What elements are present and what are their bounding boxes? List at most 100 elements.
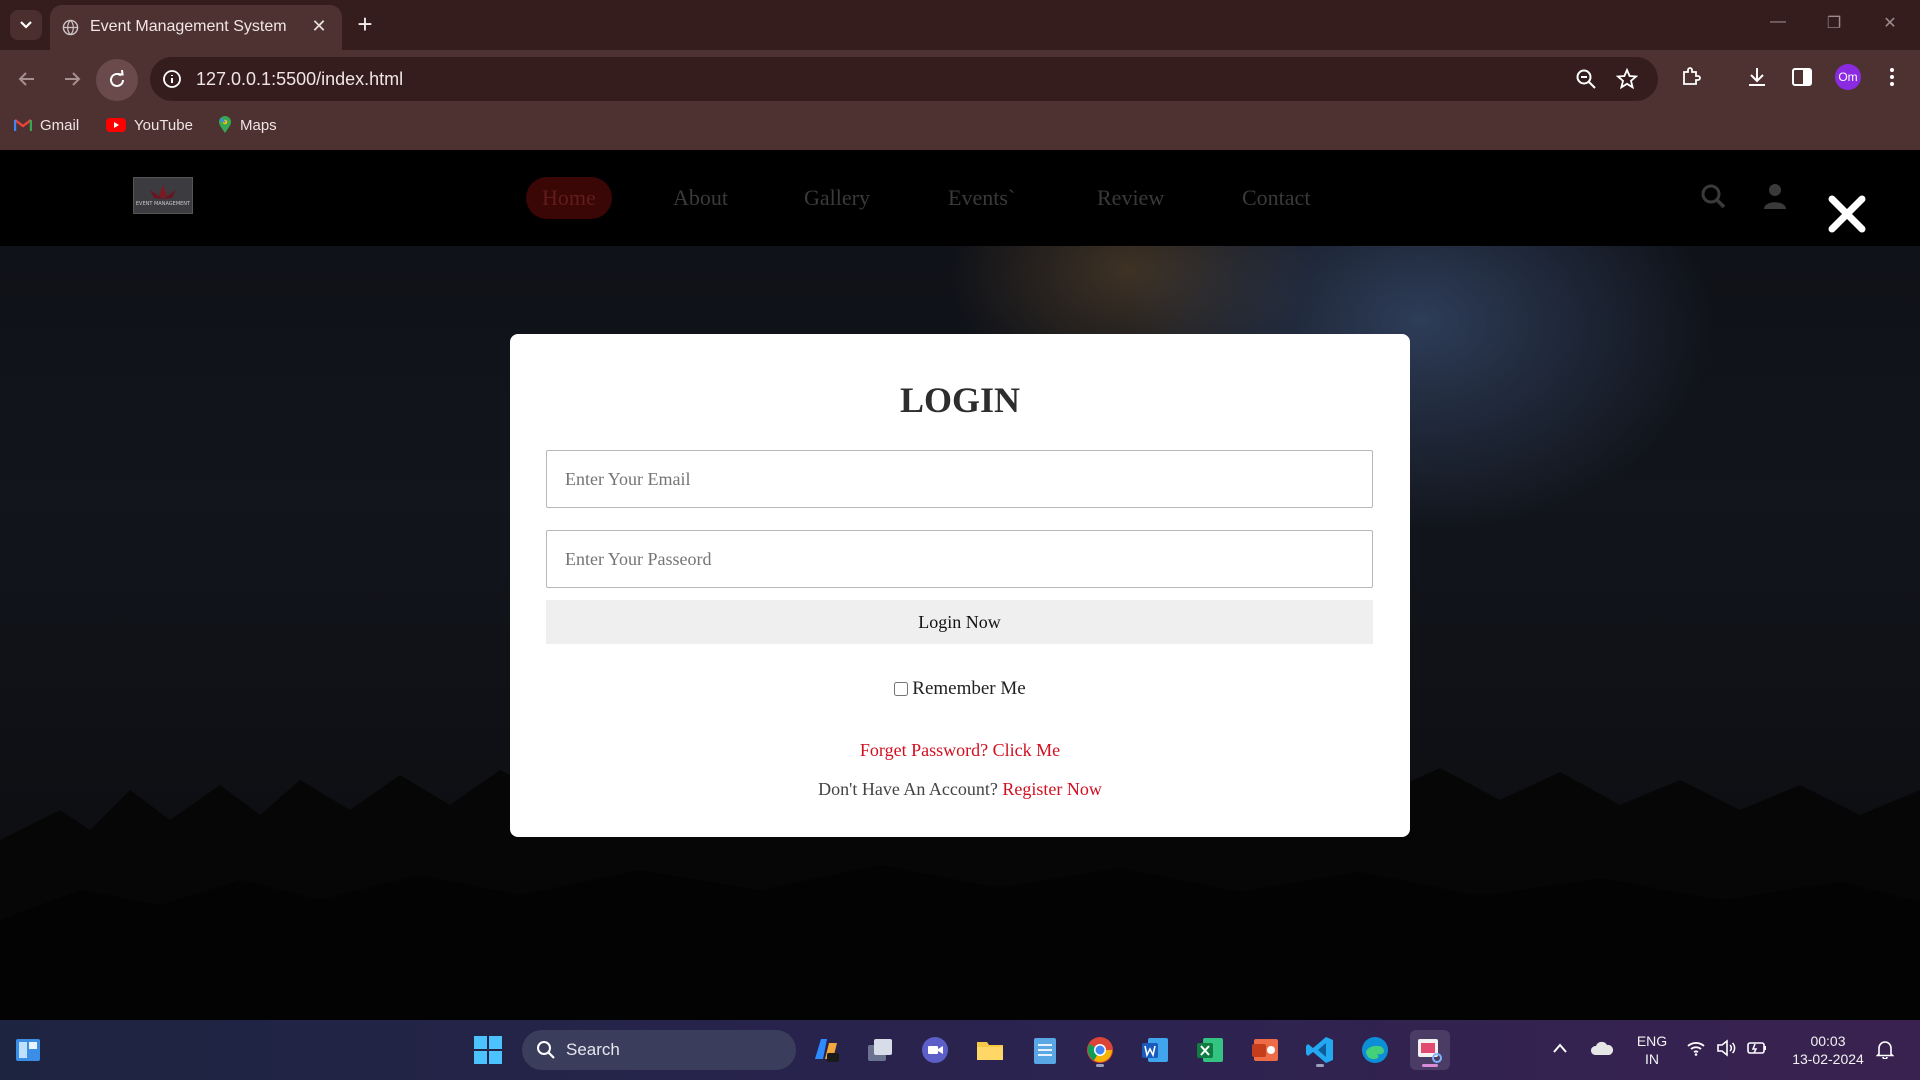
notification-bell-icon[interactable]: [1876, 1039, 1894, 1059]
copilot-icon: [815, 1039, 839, 1062]
start-button[interactable]: [468, 1030, 508, 1070]
minimize-button[interactable]: —: [1768, 13, 1788, 31]
word-icon: [1142, 1038, 1168, 1062]
clock-date: 13-02-2024: [1792, 1051, 1864, 1067]
video-call-icon: [922, 1037, 948, 1063]
browser-toolbar: 127.0.0.1:5500/index.html Om Gmail YouTu…: [0, 50, 1920, 150]
gmail-icon: [14, 119, 32, 131]
taskbar: Search ENG IN 00:03 13-02-2024: [0, 1020, 1920, 1080]
remember-me-label: Remember Me: [912, 678, 1026, 699]
battery-icon[interactable]: [1746, 1040, 1768, 1056]
password-field[interactable]: [546, 530, 1373, 588]
login-title: LOGIN: [899, 380, 1021, 420]
nav-home[interactable]: Home: [526, 177, 612, 219]
youtube-icon: [106, 118, 126, 132]
bookmark-gmail[interactable]: Gmail: [14, 112, 79, 138]
user-icon[interactable]: [1761, 182, 1789, 210]
forward-button[interactable]: [57, 64, 87, 94]
register-link[interactable]: Register Now: [1002, 779, 1101, 799]
tab-close-icon[interactable]: ✕: [308, 15, 330, 37]
nav-gallery[interactable]: Gallery: [788, 177, 886, 219]
taskbar-app-copilot[interactable]: [806, 1030, 846, 1070]
onedrive-icon[interactable]: [1590, 1040, 1614, 1056]
powerpoint-icon: [1252, 1039, 1278, 1061]
chevron-up-icon[interactable]: [1552, 1042, 1568, 1054]
windows-start-icon: [474, 1036, 502, 1064]
url-text[interactable]: 127.0.0.1:5500/index.html: [196, 69, 403, 90]
folder-icon: [977, 1042, 1003, 1060]
nav-about[interactable]: About: [657, 177, 744, 219]
chevron-down-icon: [20, 21, 32, 29]
vscode-icon: [1306, 1037, 1333, 1063]
taskbar-app-powerpoint[interactable]: [1245, 1030, 1285, 1070]
bookmark-label: Gmail: [40, 116, 80, 134]
widgets-button[interactable]: [8, 1030, 48, 1070]
widgets-icon: [16, 1039, 40, 1061]
language-indicator[interactable]: ENG IN: [1632, 1032, 1672, 1068]
nav-review[interactable]: Review: [1081, 177, 1180, 219]
bookmark-star-icon[interactable]: [1616, 68, 1638, 90]
browser-tab[interactable]: Event Management System ✕: [50, 5, 342, 50]
zoom-icon[interactable]: [1575, 68, 1597, 90]
taskbar-search-label: Search: [566, 1040, 620, 1059]
nav-contact[interactable]: Contact: [1226, 177, 1326, 219]
remember-me-checkbox[interactable]: [894, 682, 909, 696]
bookmark-label: YouTube: [134, 116, 193, 134]
register-line: Don't Have An Account? Register Now: [510, 779, 1410, 800]
taskbar-app-excel[interactable]: [1190, 1030, 1230, 1070]
bookmark-youtube[interactable]: YouTube: [106, 112, 193, 138]
task-view-icon: [868, 1039, 892, 1061]
register-prompt: Don't Have An Account?: [818, 779, 998, 799]
taskbar-app-file-explorer[interactable]: [970, 1030, 1010, 1070]
profile-avatar[interactable]: Om: [1835, 64, 1861, 90]
close-window-button[interactable]: ✕: [1880, 13, 1900, 33]
bookmark-label: Maps: [240, 116, 277, 134]
running-indicator: [1096, 1064, 1104, 1067]
taskbar-app-chrome[interactable]: [1080, 1030, 1120, 1070]
taskbar-app-notepad[interactable]: [1025, 1030, 1065, 1070]
lotus-logo-icon: [150, 185, 176, 199]
taskbar-app-snipping-tool[interactable]: [1410, 1030, 1450, 1070]
reload-icon: [110, 70, 124, 87]
tab-title: Event Management System: [90, 18, 287, 35]
site-logo[interactable]: EVENT MANAGEMENT: [133, 177, 193, 214]
tab-search-button[interactable]: [10, 10, 42, 40]
taskbar-app-meet[interactable]: [915, 1030, 955, 1070]
nav-events[interactable]: Events`: [932, 177, 1031, 219]
search-icon[interactable]: [1699, 182, 1727, 210]
bookmark-maps[interactable]: Maps: [218, 112, 277, 138]
close-icon[interactable]: [1826, 193, 1868, 235]
excel-icon: [1197, 1038, 1223, 1062]
volume-icon[interactable]: [1716, 1039, 1736, 1057]
language-line-2: IN: [1645, 1051, 1659, 1067]
forgot-password-link[interactable]: Forget Password? Click Me: [510, 740, 1410, 761]
clock[interactable]: 00:03 13-02-2024: [1780, 1032, 1876, 1068]
restore-button[interactable]: ❐: [1824, 13, 1844, 33]
snipping-tool-icon: [1418, 1039, 1442, 1063]
reload-button[interactable]: [96, 59, 138, 101]
wifi-icon[interactable]: [1686, 1040, 1706, 1056]
taskbar-app-vscode[interactable]: [1300, 1030, 1340, 1070]
email-field[interactable]: [546, 450, 1373, 508]
edge-icon: [1362, 1037, 1388, 1063]
new-tab-button[interactable]: +: [352, 11, 378, 37]
taskbar-search[interactable]: Search: [522, 1030, 796, 1070]
site-info-icon[interactable]: [162, 69, 182, 89]
side-panel-icon[interactable]: [1790, 65, 1814, 89]
more-menu-icon[interactable]: [1880, 65, 1904, 89]
extensions-icon[interactable]: [1679, 65, 1703, 89]
running-indicator: [1422, 1064, 1438, 1067]
taskbar-app-word[interactable]: [1135, 1030, 1175, 1070]
back-button[interactable]: [12, 64, 42, 94]
address-bar[interactable]: 127.0.0.1:5500/index.html: [150, 57, 1658, 101]
running-indicator: [1316, 1064, 1324, 1067]
taskbar-app-edge[interactable]: [1355, 1030, 1395, 1070]
download-icon[interactable]: [1745, 65, 1769, 89]
login-button[interactable]: Login Now: [546, 600, 1373, 644]
remember-me: Remember Me: [510, 678, 1410, 700]
chrome-icon: [1087, 1037, 1113, 1063]
taskbar-app-task-view[interactable]: [860, 1030, 900, 1070]
arrow-left-icon: [18, 72, 34, 86]
globe-icon: [62, 19, 79, 36]
language-line-1: ENG: [1636, 1033, 1668, 1049]
